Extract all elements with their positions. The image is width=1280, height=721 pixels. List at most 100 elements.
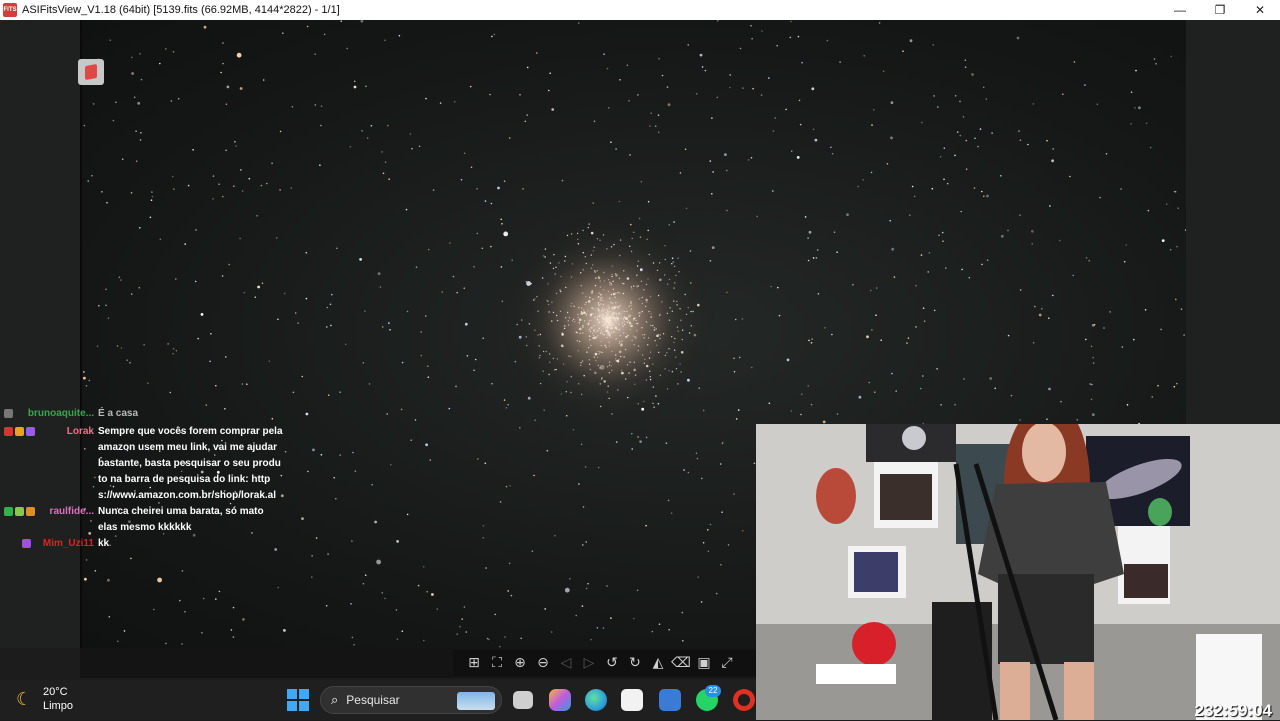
star: [346, 47, 349, 50]
cluster-star: [556, 358, 559, 360]
cluster-star: [594, 308, 596, 310]
prev-icon[interactable]: ◁: [557, 654, 575, 672]
star: [880, 339, 882, 342]
cluster-star: [668, 370, 670, 372]
search-box[interactable]: ⌕ Pesquisar: [320, 686, 502, 714]
start-button[interactable]: [287, 689, 309, 711]
star: [989, 377, 993, 380]
cluster-star: [635, 322, 638, 325]
star: [508, 562, 511, 565]
rotate-left-icon[interactable]: ↺: [603, 654, 621, 672]
star: [221, 275, 224, 277]
star: [596, 627, 599, 629]
save-icon[interactable]: ▣: [695, 654, 713, 672]
star: [720, 564, 722, 566]
star: [960, 210, 962, 213]
delete-icon[interactable]: ⌫: [671, 654, 691, 672]
cluster-star: [605, 329, 608, 333]
star: [320, 124, 322, 127]
star: [857, 185, 859, 188]
image-info-button[interactable]: [78, 59, 104, 85]
star: [484, 200, 487, 202]
star: [377, 272, 381, 276]
star: [534, 419, 536, 422]
star: [187, 184, 190, 187]
cluster-star: [580, 393, 583, 396]
star: [426, 590, 429, 593]
star: [602, 627, 605, 629]
task-view-icon[interactable]: [513, 691, 533, 709]
cluster-star: [608, 307, 610, 309]
app-icon[interactable]: [659, 689, 681, 711]
star: [1130, 122, 1132, 125]
star: [172, 348, 175, 350]
close-button[interactable]: ✕: [1240, 0, 1280, 20]
maximize-button[interactable]: ❐: [1200, 0, 1240, 20]
cluster-star: [587, 300, 591, 303]
star: [709, 160, 712, 162]
star: [353, 643, 355, 646]
cluster-star: [545, 350, 547, 353]
star: [680, 319, 682, 322]
star: [704, 69, 707, 72]
star: [639, 236, 642, 238]
cluster-star: [580, 311, 583, 313]
cluster-star: [674, 349, 676, 351]
cluster-star: [629, 315, 632, 317]
minimize-button[interactable]: —: [1160, 0, 1200, 20]
cluster-star: [628, 314, 630, 316]
cluster-star: [539, 382, 542, 385]
zoom-in-icon[interactable]: ⊕: [511, 654, 529, 672]
star: [1032, 342, 1035, 344]
star: [920, 254, 923, 256]
star: [181, 643, 183, 645]
star: [927, 271, 929, 273]
cluster-star: [608, 323, 610, 325]
cluster-star: [607, 324, 609, 326]
next-icon[interactable]: ▷: [580, 654, 598, 672]
cluster-star: [616, 317, 620, 320]
cluster-star: [585, 262, 587, 265]
star: [1135, 69, 1137, 72]
store-icon[interactable]: [621, 689, 643, 711]
star: [456, 291, 459, 294]
star: [697, 576, 699, 578]
chat-message: Lorak Sempre que vocês forem comprar pel…: [0, 424, 290, 504]
weather-condition[interactable]: Limpo: [43, 700, 73, 712]
star: [307, 470, 309, 473]
star: [261, 282, 264, 285]
star: [561, 179, 564, 182]
cluster-star: [650, 324, 652, 327]
opera-icon[interactable]: [733, 689, 755, 711]
star: [698, 387, 700, 390]
star: [101, 191, 103, 193]
star: [577, 22, 580, 24]
star: [474, 358, 477, 361]
cluster-star: [638, 315, 641, 317]
cluster-star: [659, 374, 662, 376]
cluster-star: [594, 328, 596, 331]
zoom-out-icon[interactable]: ⊖: [534, 654, 552, 672]
star: [963, 378, 965, 380]
edge-icon[interactable]: [585, 689, 607, 711]
weather-temperature[interactable]: 20°C: [43, 686, 68, 698]
star: [1069, 175, 1071, 178]
rotate-right-icon[interactable]: ↻: [626, 654, 644, 672]
histogram-icon[interactable]: ◭: [649, 654, 667, 672]
star: [701, 477, 703, 480]
cluster-star: [598, 304, 600, 307]
star: [873, 109, 875, 111]
star: [735, 418, 738, 420]
star: [116, 345, 119, 347]
star: [352, 451, 354, 454]
star: [203, 25, 207, 29]
star: [798, 99, 801, 102]
star: [1184, 229, 1186, 231]
fullscreen-icon[interactable]: ⤢: [718, 654, 736, 672]
cluster-star: [652, 262, 655, 264]
copilot-icon[interactable]: [549, 689, 571, 711]
fit-icon[interactable]: ⊞: [465, 654, 483, 672]
crop-icon[interactable]: ⛶: [488, 654, 506, 672]
star: [192, 149, 194, 151]
cluster-star: [582, 326, 584, 328]
